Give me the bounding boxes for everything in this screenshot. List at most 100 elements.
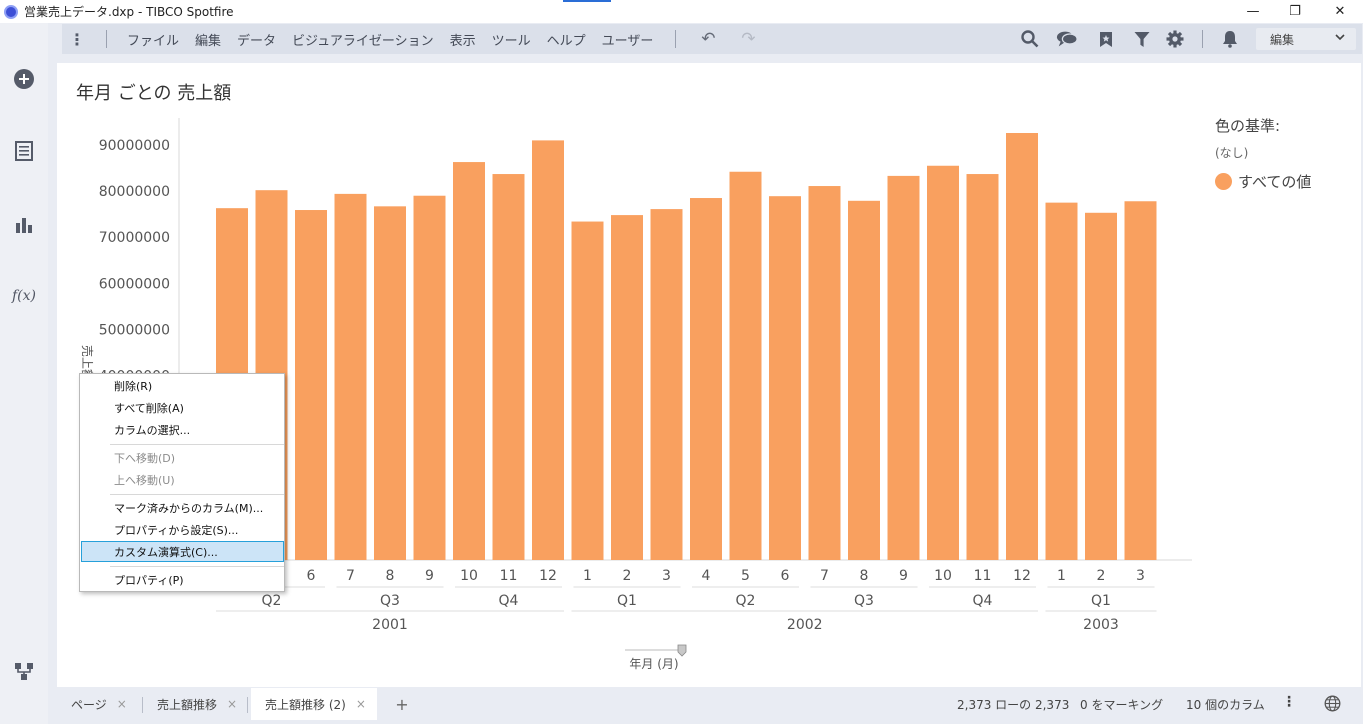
menu-separator	[1202, 30, 1203, 48]
x-tick-month: 9	[425, 568, 434, 584]
x-tick-quarter: Q3	[380, 593, 400, 609]
redo-icon[interactable]: ↷	[728, 29, 768, 49]
bar[interactable]	[295, 210, 327, 560]
context-item-delete[interactable]: 削除(R)	[114, 378, 152, 394]
filter-icon[interactable]	[1131, 29, 1153, 49]
tab-sales-trend[interactable]: 売上額推移 ×	[143, 688, 246, 720]
x-tick-month: 6	[307, 568, 316, 584]
context-item-set-from-property[interactable]: プロパティから設定(S)...	[114, 522, 238, 538]
context-menu: 削除(R) すべて削除(A) カラムの選択... 下へ移動(D) 上へ移動(U)…	[79, 373, 285, 592]
mode-select[interactable]: 編集	[1256, 28, 1356, 50]
window-title: 営業売上データ.dxp - TIBCO Spotfire	[24, 5, 234, 19]
context-item-delete-all[interactable]: すべて削除(A)	[114, 400, 184, 416]
x-tick-month: 7	[346, 568, 355, 584]
y-tick-label: 50000000	[99, 322, 170, 338]
bar[interactable]	[532, 140, 564, 560]
bar[interactable]	[1124, 201, 1157, 560]
page-tab-bar: ページ × 売上額推移 × 売上額推移 (2) × + 2,373 ローの 2,…	[57, 688, 1363, 724]
menu-edit[interactable]: 編集	[187, 30, 229, 49]
bar[interactable]	[492, 174, 525, 561]
bar[interactable]	[848, 200, 880, 561]
data-flow-icon[interactable]	[10, 657, 38, 685]
search-icon[interactable]	[1019, 29, 1041, 49]
bar[interactable]	[1085, 212, 1117, 561]
legend-item[interactable]: すべての値	[1215, 171, 1311, 192]
bar[interactable]	[927, 165, 959, 560]
bar[interactable]	[650, 209, 683, 560]
bookmark-icon[interactable]	[1095, 29, 1117, 49]
maximize-button[interactable]: ❐	[1272, 0, 1318, 23]
menu-divider	[110, 494, 284, 495]
y-tick-label: 80000000	[99, 184, 170, 200]
x-tick-month: 3	[1136, 568, 1145, 584]
visualization-icon[interactable]	[10, 210, 38, 238]
data-table-icon[interactable]	[10, 137, 38, 165]
add-page-button[interactable]: +	[391, 688, 413, 720]
settings-icon[interactable]	[1164, 29, 1186, 49]
bar[interactable]	[374, 206, 406, 561]
close-tab-icon[interactable]: ×	[356, 697, 366, 711]
bar[interactable]	[1045, 202, 1078, 560]
tab-label: ページ	[71, 697, 107, 712]
bar[interactable]	[729, 171, 762, 560]
globe-icon[interactable]	[1324, 695, 1342, 713]
function-icon[interactable]: f(x)	[10, 282, 38, 310]
bar[interactable]	[966, 174, 999, 561]
context-item-custom-expression[interactable]: カスタム演算式(C)...	[114, 544, 218, 560]
bar[interactable]	[1006, 133, 1038, 560]
menu-view[interactable]: 表示	[442, 30, 484, 49]
y-tick-label: 70000000	[99, 230, 170, 246]
mode-select-value: 編集	[1270, 32, 1295, 47]
context-item-move-down[interactable]: 下へ移動(D)	[114, 450, 175, 466]
menu-file[interactable]: ファイル	[119, 30, 187, 49]
x-tick-quarter: Q4	[973, 593, 993, 609]
more-options-icon[interactable]: ⋮	[1282, 694, 1296, 710]
x-axis-selector[interactable]: 年月 (月)	[629, 657, 678, 671]
legend-swatch	[1215, 173, 1232, 190]
tab-page[interactable]: ページ ×	[57, 688, 141, 720]
menu-visualization[interactable]: ビジュアライゼーション	[284, 30, 442, 49]
x-tick-quarter: Q2	[736, 593, 756, 609]
close-tab-icon[interactable]: ×	[117, 697, 127, 711]
bar[interactable]	[413, 195, 446, 560]
bar[interactable]	[769, 196, 801, 560]
bar[interactable]	[334, 193, 367, 560]
x-tick-month: 6	[781, 568, 790, 584]
close-window-button[interactable]: ✕	[1317, 0, 1363, 23]
add-icon[interactable]	[10, 65, 38, 93]
menu-tools[interactable]: ツール	[484, 30, 539, 49]
x-tick-month: 10	[934, 568, 952, 584]
title-accent-strip	[563, 0, 611, 2]
title-bar: 営業売上データ.dxp - TIBCO Spotfire — ❐ ✕	[0, 0, 1363, 23]
bar[interactable]	[887, 175, 920, 560]
context-item-move-up[interactable]: 上へ移動(U)	[114, 472, 175, 488]
menu-user[interactable]: ユーザー	[594, 30, 662, 49]
minimize-button[interactable]: —	[1230, 0, 1276, 23]
tab-label: 売上額推移 (2)	[265, 697, 346, 712]
context-item-properties[interactable]: プロパティ(P)	[114, 572, 184, 588]
x-tick-quarter: Q2	[262, 593, 282, 609]
menu-help[interactable]: ヘルプ	[539, 30, 594, 49]
bar[interactable]	[808, 186, 841, 560]
close-tab-icon[interactable]: ×	[227, 697, 237, 711]
x-tick-month: 4	[702, 568, 711, 584]
x-tick-month: 8	[386, 568, 395, 584]
context-item-select-columns[interactable]: カラムの選択...	[114, 422, 190, 438]
x-tick-month: 9	[899, 568, 908, 584]
tab-sales-trend-2[interactable]: 売上額推移 (2) ×	[251, 688, 377, 720]
menu-separator	[106, 30, 107, 48]
notification-icon[interactable]	[1219, 29, 1241, 49]
comments-icon[interactable]	[1056, 29, 1078, 49]
x-tick-month: 1	[1057, 568, 1066, 584]
menu-data[interactable]: データ	[229, 30, 284, 49]
context-item-columns-from-marked[interactable]: マーク済みからのカラム(M)...	[114, 500, 263, 516]
bar[interactable]	[571, 221, 604, 561]
marked-status: 0 をマーキング	[1080, 698, 1164, 712]
menu-divider	[110, 444, 284, 445]
bar[interactable]	[453, 162, 485, 561]
bar[interactable]	[690, 198, 722, 560]
undo-icon[interactable]: ↶	[688, 29, 728, 49]
chevron-down-icon	[1334, 31, 1346, 46]
main-menu-kebab-icon[interactable]: ⋮	[62, 30, 92, 49]
bar[interactable]	[611, 215, 643, 561]
